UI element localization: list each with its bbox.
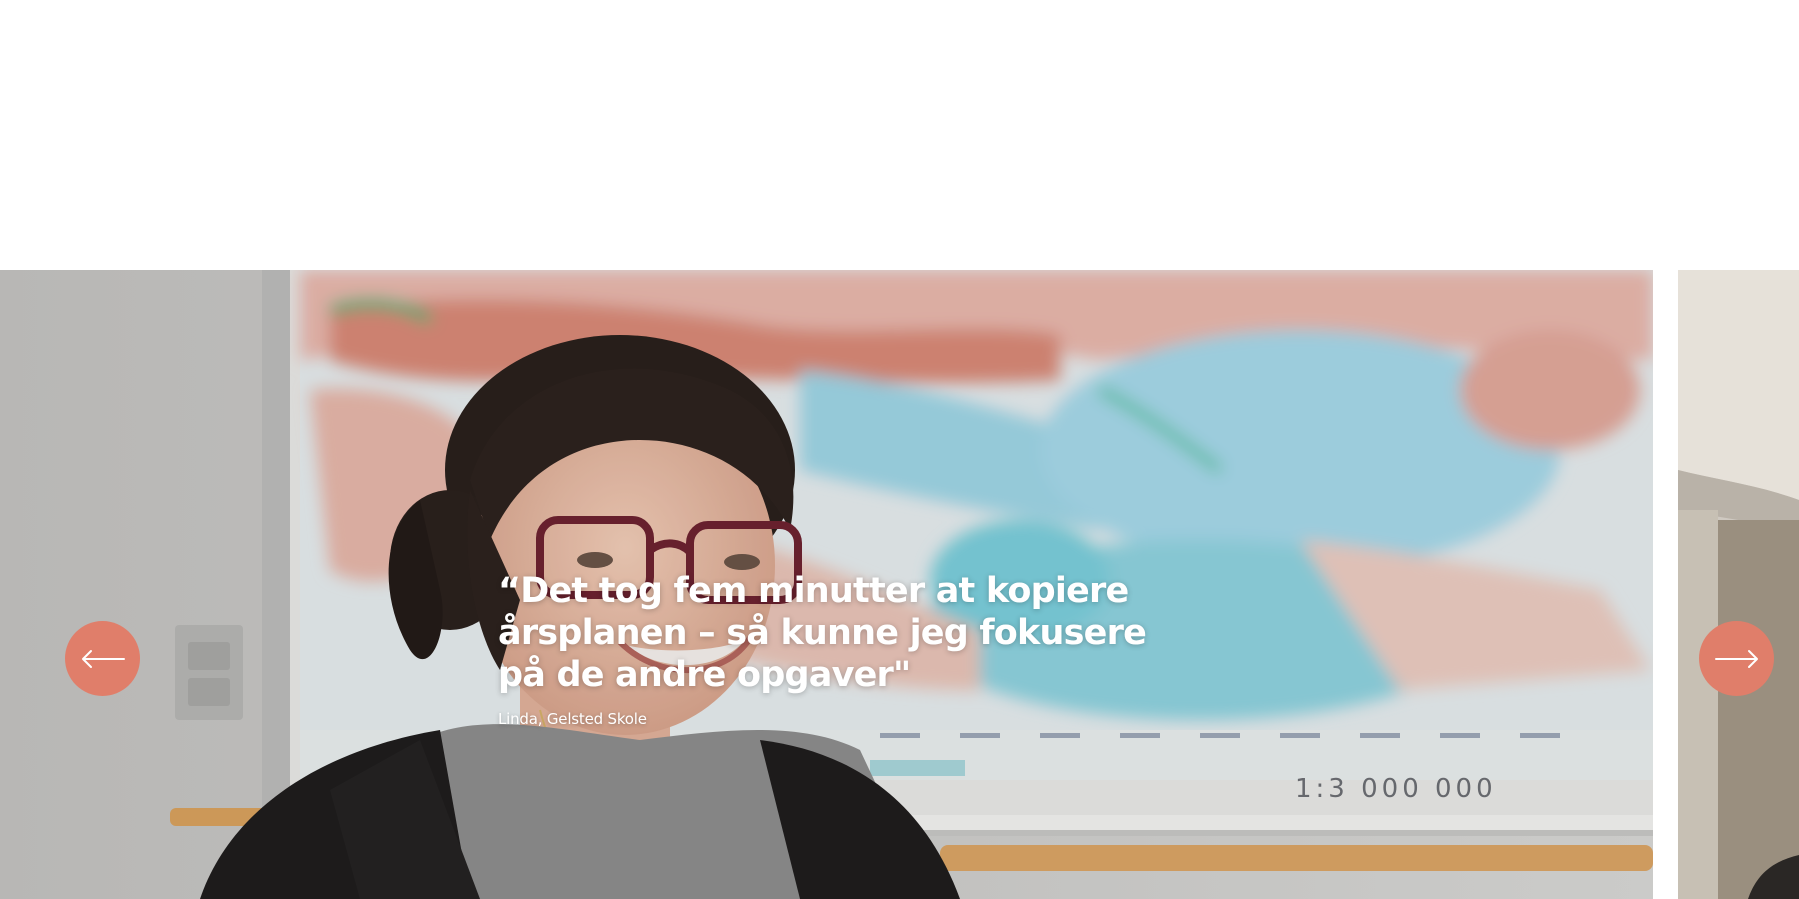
- arrow-left-icon: [81, 649, 125, 668]
- arrow-right-icon: [1714, 649, 1758, 668]
- carousel-prev-button[interactable]: [65, 621, 140, 696]
- carousel-next-button[interactable]: [1699, 621, 1774, 696]
- testimonial-carousel: 1:3 000 000 “Det tog fem minutter at kop…: [0, 270, 1799, 899]
- page: 1:3 000 000 “Det tog fem minutter at kop…: [0, 0, 1799, 899]
- next-slide-photo: [1678, 270, 1799, 899]
- testimonial-quote: “Det tog fem minutter at kopiere årsplan…: [498, 571, 1147, 695]
- carousel-slide-current: 1:3 000 000 “Det tog fem minutter at kop…: [0, 270, 1653, 899]
- top-whitespace: [0, 0, 1799, 270]
- testimonial-attribution: Linda, Gelsted Skole: [498, 710, 647, 728]
- carousel-slide-next-preview: [1678, 270, 1799, 899]
